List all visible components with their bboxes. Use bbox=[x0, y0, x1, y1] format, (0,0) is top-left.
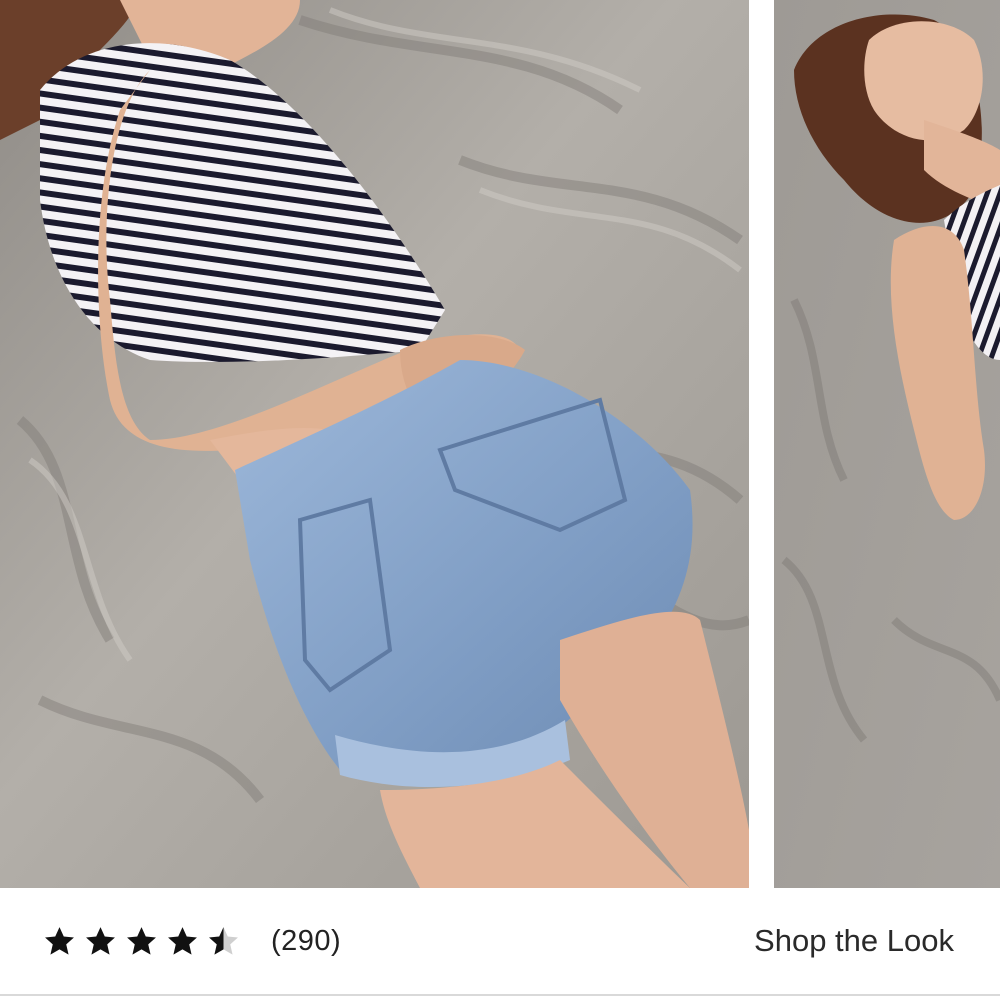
star-half-icon bbox=[209, 926, 238, 955]
product-image-1[interactable] bbox=[0, 0, 749, 888]
product-image-2[interactable] bbox=[774, 0, 1000, 888]
review-count-link[interactable]: (290) bbox=[271, 925, 341, 958]
product-page: (290) Shop the Look bbox=[0, 0, 1000, 1000]
product-image-carousel[interactable] bbox=[0, 0, 1000, 888]
star-full-icon bbox=[168, 926, 197, 955]
product-photo-1 bbox=[0, 0, 749, 888]
product-photo-2 bbox=[774, 0, 1000, 888]
divider bbox=[0, 994, 1000, 996]
star-full-icon bbox=[127, 926, 156, 955]
star-full-icon bbox=[86, 926, 115, 955]
star-rating bbox=[42, 925, 247, 958]
rating-summary[interactable]: (290) bbox=[42, 919, 341, 963]
star-full-icon bbox=[45, 926, 74, 955]
shop-the-look-link[interactable]: Shop the Look bbox=[754, 919, 954, 963]
